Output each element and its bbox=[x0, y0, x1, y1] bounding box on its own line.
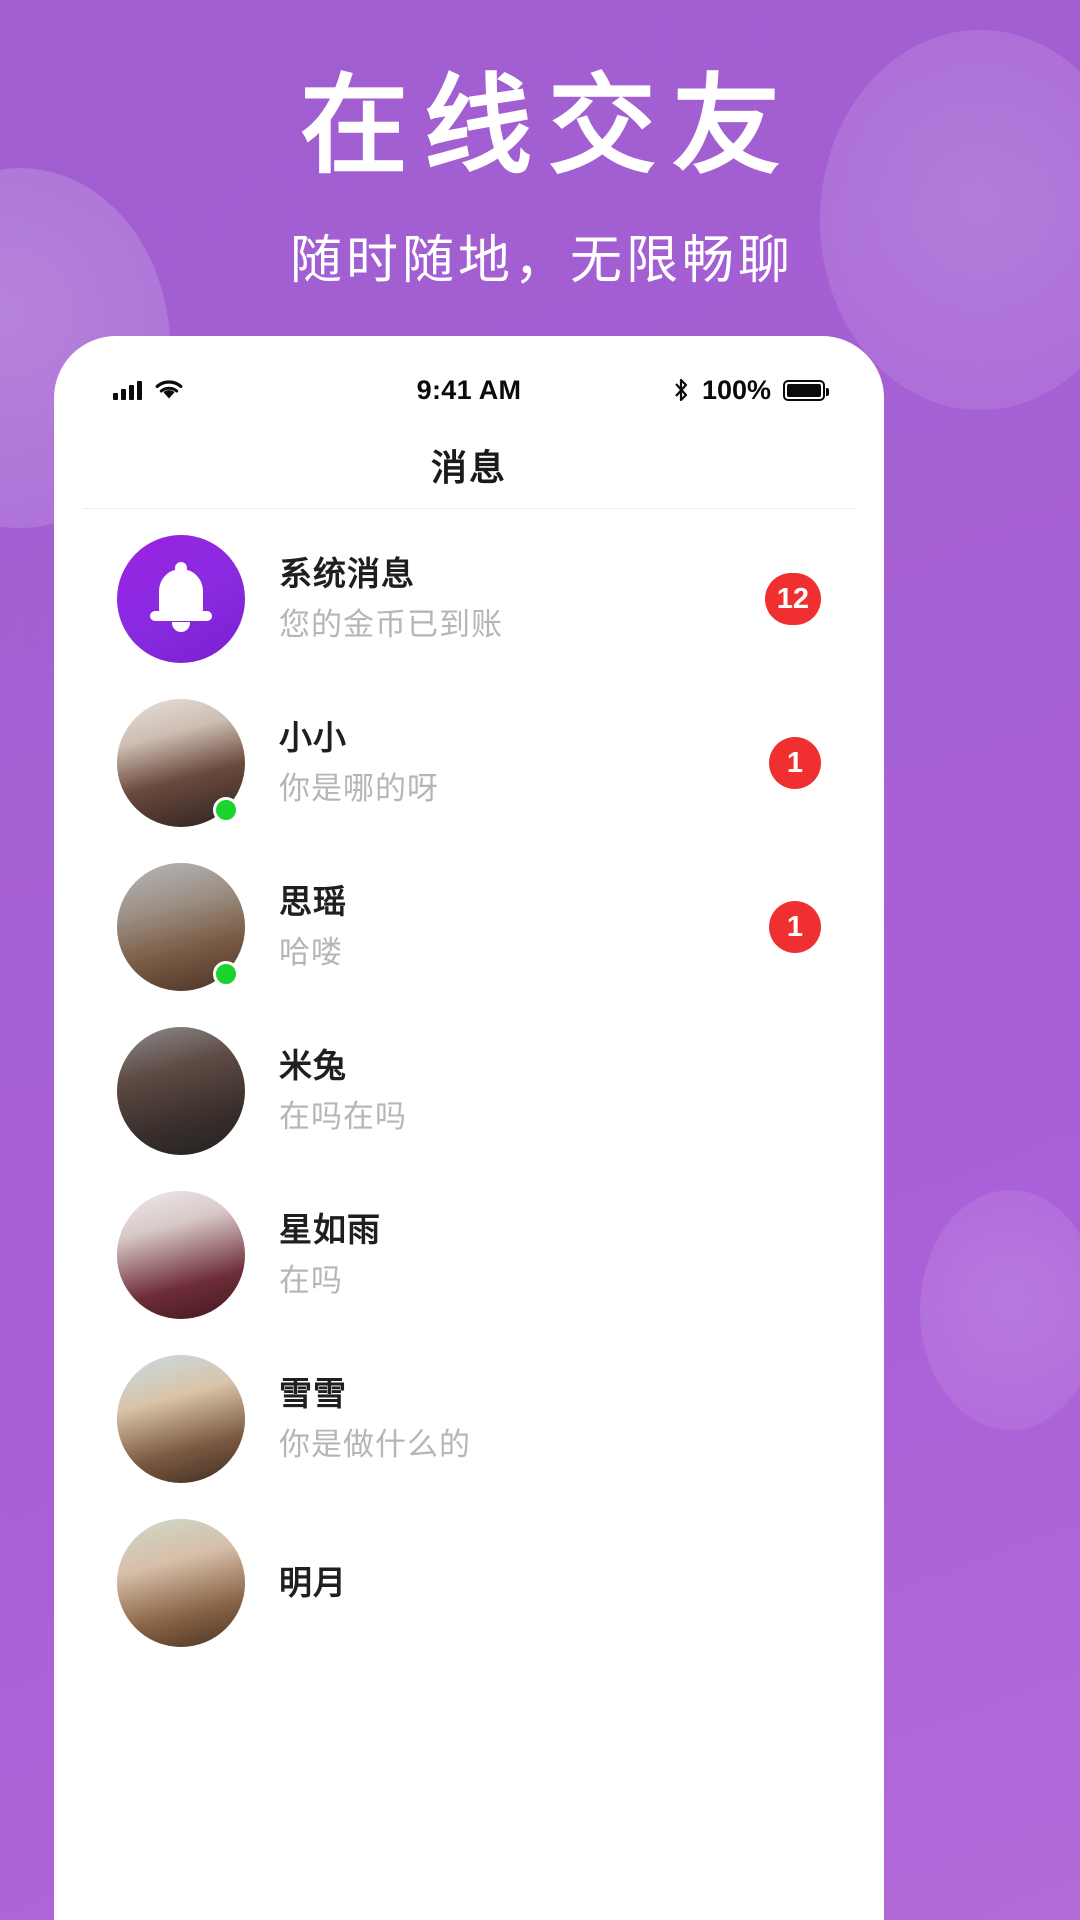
message-row[interactable]: 星如雨 在吗 bbox=[83, 1173, 855, 1337]
status-bar-right: 100% bbox=[672, 359, 829, 421]
avatar-wrapper[interactable] bbox=[117, 1519, 245, 1647]
message-list[interactable]: 系统消息 您的金币已到账 12 小小 你是哪的呀 1 思瑶 哈喽 1 米兔 在吗在吗 星如雨 在吗 雪雪你… bbox=[83, 509, 855, 1665]
status-bar: 9:41 AM 100% bbox=[83, 359, 855, 421]
avatar-wrapper[interactable] bbox=[117, 535, 245, 663]
battery-full-icon bbox=[783, 379, 829, 401]
message-row[interactable]: 思瑶哈喽 1 bbox=[83, 845, 855, 1009]
message-body: 星如雨 在吗 bbox=[245, 1210, 753, 1299]
unread-badge: 12 bbox=[764, 573, 821, 625]
avatar[interactable] bbox=[117, 1027, 245, 1155]
phone-frame: 9:41 AM 100% 消息 系统消息 您的金币已到账 12 小小 你是哪的呀 1 思瑶哈… bbox=[54, 336, 884, 1920]
message-preview: 在吗 bbox=[279, 1264, 343, 1299]
avatar-photo bbox=[117, 1027, 245, 1155]
message-name: 明月 bbox=[279, 1563, 347, 1601]
message-row[interactable]: 小小你是哪的呀 1 bbox=[83, 681, 855, 845]
avatar[interactable] bbox=[117, 1519, 245, 1647]
unread-badge: 1 bbox=[769, 737, 821, 789]
message-name: 系统消息 bbox=[279, 554, 415, 592]
message-body: 米兔 在吗在吗 bbox=[245, 1046, 753, 1135]
message-preview: 你是哪的呀 bbox=[279, 772, 439, 807]
avatar-photo bbox=[117, 1355, 245, 1483]
message-name: 米兔 bbox=[279, 1046, 347, 1084]
online-status-dot bbox=[213, 961, 239, 987]
avatar-photo bbox=[117, 1519, 245, 1647]
page-title: 消息 bbox=[430, 446, 507, 488]
phone-screen: 9:41 AM 100% 消息 系统消息 您的金币已到账 12 小小 你是哪的呀 1 思瑶哈… bbox=[83, 359, 855, 1920]
message-body: 小小 你是哪的呀 bbox=[245, 718, 753, 807]
message-preview: 哈喽 bbox=[279, 936, 343, 971]
message-preview: 您的金币已到账 bbox=[279, 608, 503, 643]
avatar-wrapper[interactable] bbox=[117, 1027, 245, 1155]
nav-bar: 消息 bbox=[83, 421, 855, 509]
hero-subtitle: 随时随地，无限畅聊 bbox=[289, 232, 794, 290]
message-name: 雪雪 bbox=[279, 1374, 347, 1412]
hero-title: 在线交友 bbox=[299, 65, 796, 186]
message-row[interactable]: 米兔 在吗在吗 bbox=[83, 1009, 855, 1173]
avatar-wrapper[interactable] bbox=[117, 1355, 245, 1483]
avatar[interactable] bbox=[117, 1191, 245, 1319]
decorative-circle-mid bbox=[920, 1190, 1080, 1430]
bell-icon bbox=[150, 562, 212, 633]
message-body: 雪雪 你是做什么的 bbox=[245, 1374, 753, 1463]
message-body: 系统消息您的金币已到账 bbox=[245, 554, 749, 643]
bluetooth-icon bbox=[675, 378, 688, 402]
message-preview: 你是做什么的 bbox=[279, 1428, 471, 1463]
avatar-photo bbox=[117, 1191, 245, 1319]
battery-percent-label: 100% bbox=[701, 374, 771, 405]
message-preview: 在吗在吗 bbox=[279, 1100, 407, 1135]
unread-badge: 1 bbox=[769, 901, 821, 953]
message-name: 小小 bbox=[279, 718, 347, 756]
avatar-wrapper[interactable] bbox=[117, 863, 245, 991]
message-row[interactable]: 系统消息您的金币已到账 12 bbox=[83, 517, 855, 681]
message-row[interactable]: 雪雪 你是做什么的 bbox=[83, 1337, 855, 1501]
message-name: 思瑶 bbox=[279, 882, 347, 920]
message-body: 明月 bbox=[245, 1563, 753, 1601]
message-name: 星如雨 bbox=[279, 1210, 381, 1248]
hero-banner: 在线交友 随时随地，无限畅聊 bbox=[0, 0, 1080, 330]
avatar-wrapper[interactable] bbox=[117, 699, 245, 827]
system-avatar[interactable] bbox=[117, 535, 245, 663]
online-status-dot bbox=[213, 797, 239, 823]
avatar[interactable] bbox=[117, 1355, 245, 1483]
message-row[interactable]: 明月 bbox=[83, 1501, 855, 1665]
avatar-wrapper[interactable] bbox=[117, 1191, 245, 1319]
message-body: 思瑶 哈喽 bbox=[245, 882, 753, 971]
